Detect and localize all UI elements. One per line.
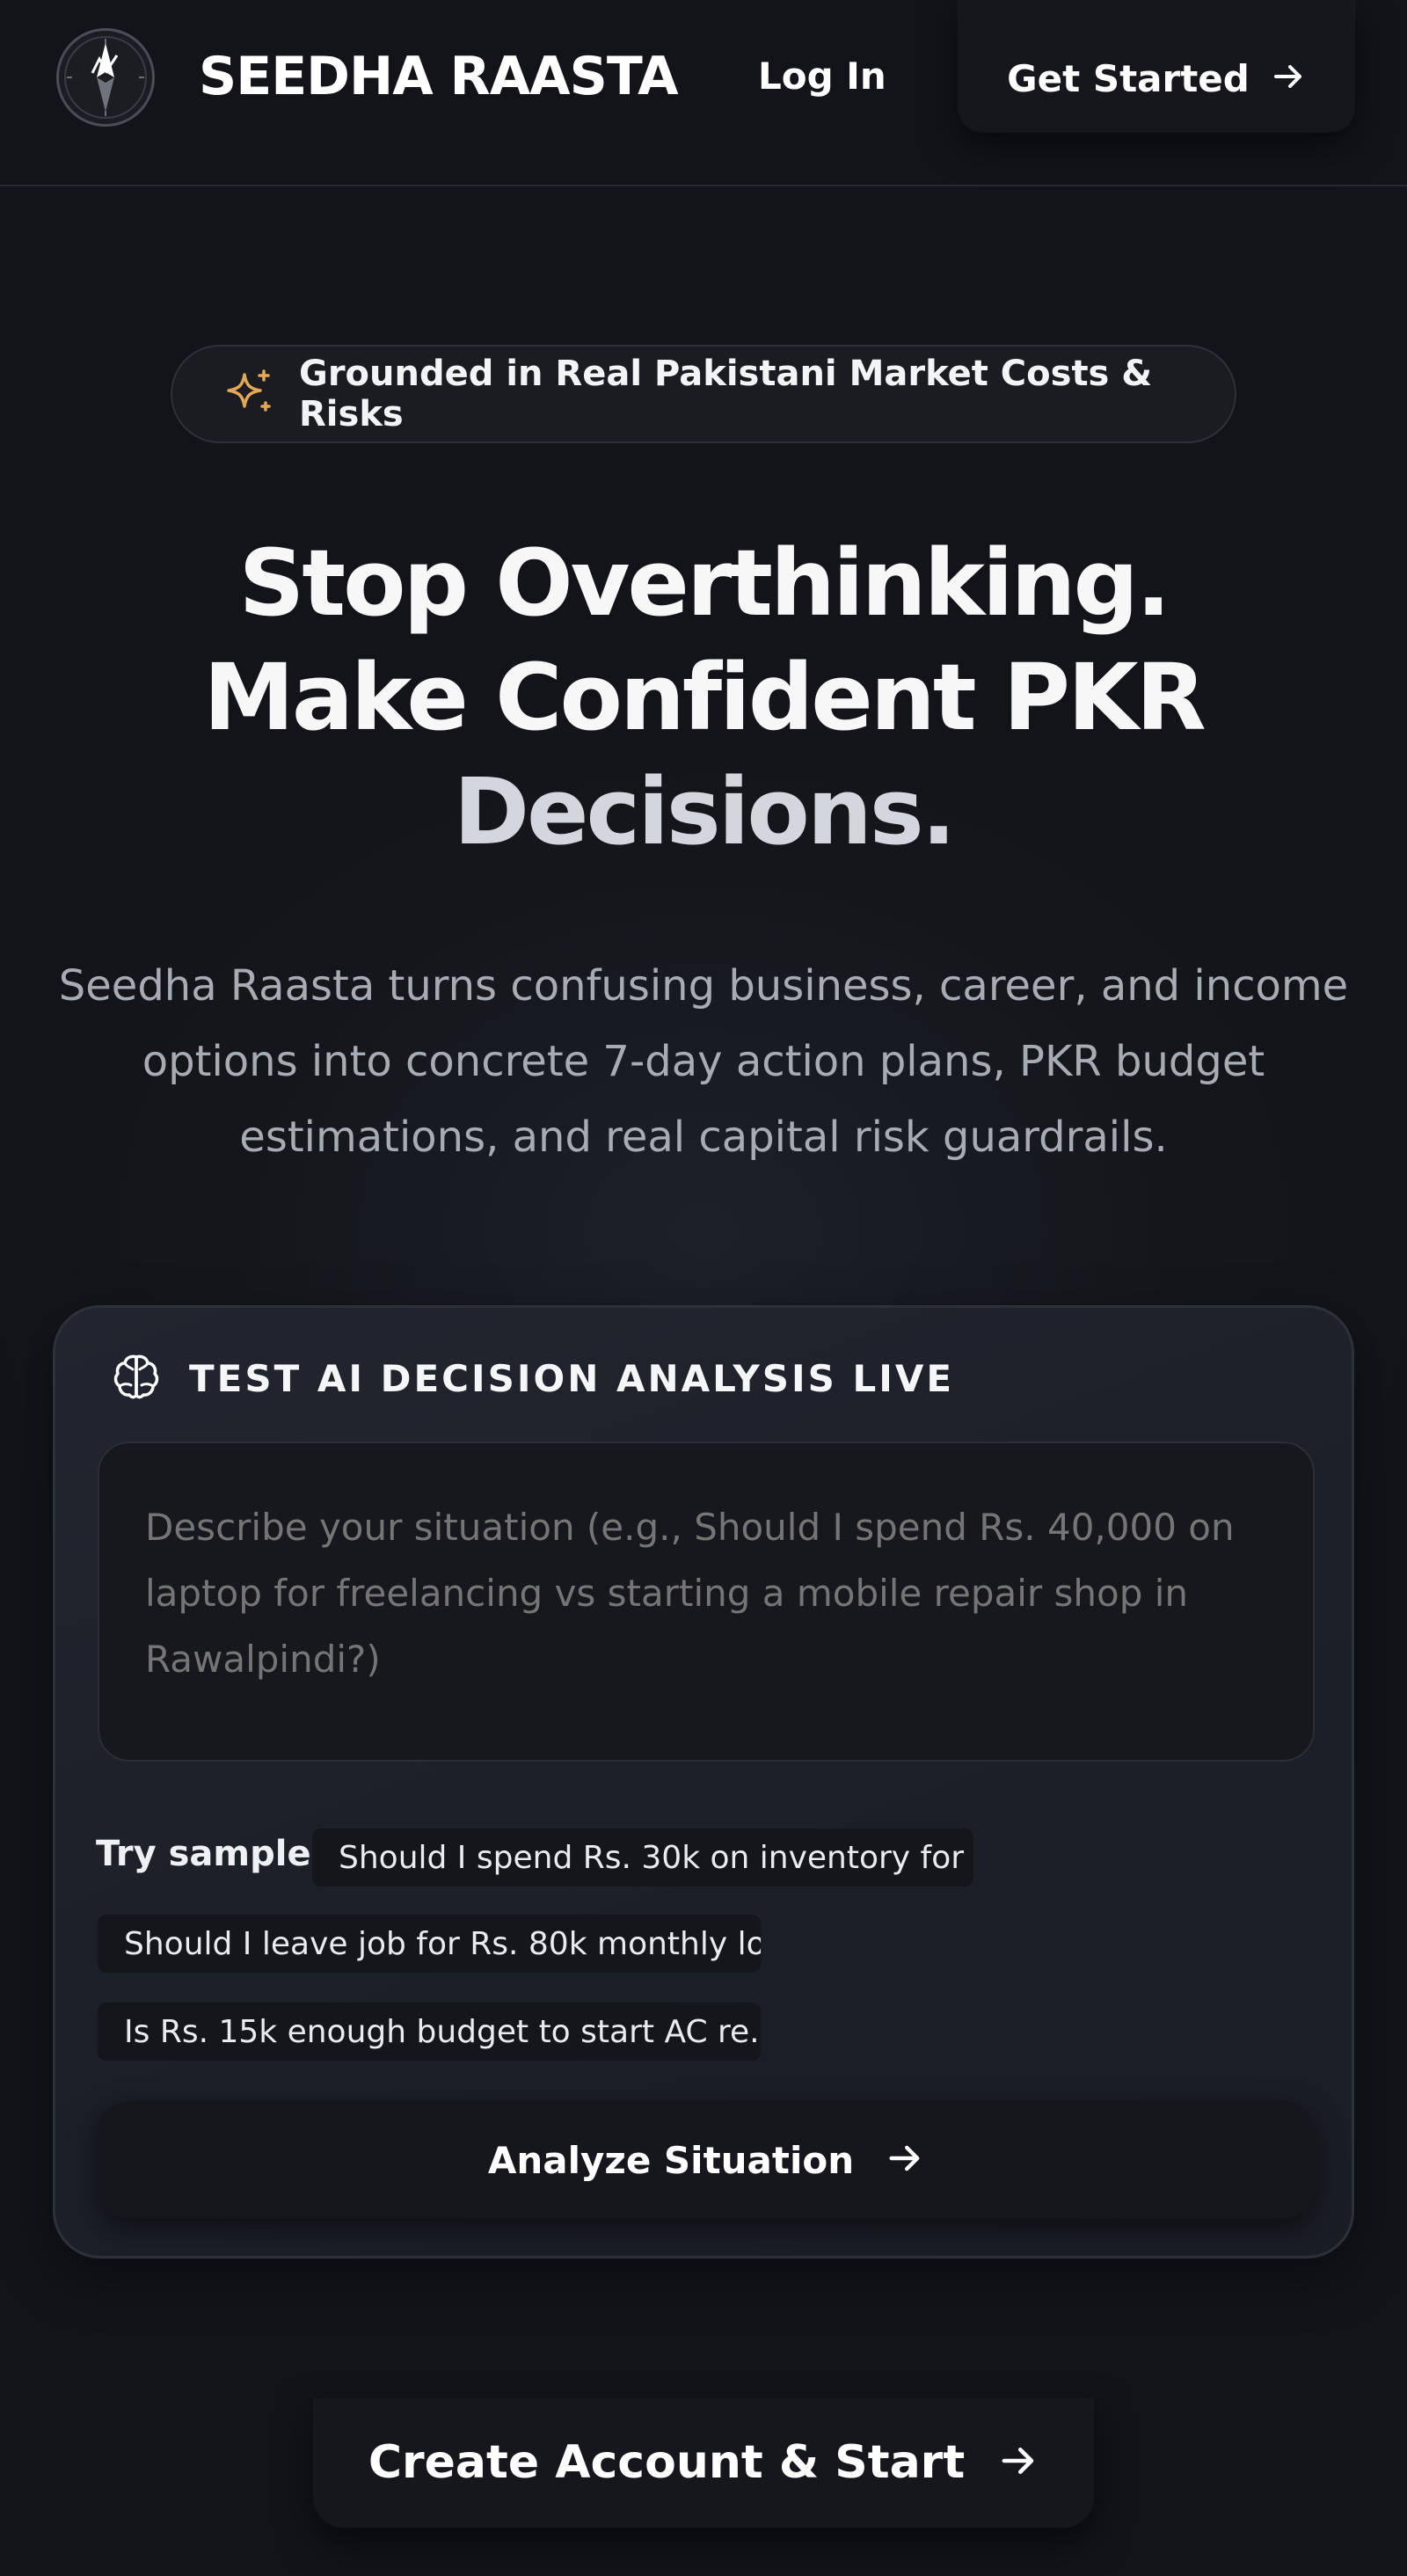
top-nav: SEEDHA RAASTA Log In Get Started	[0, 0, 1407, 186]
situation-input[interactable]	[98, 1441, 1315, 1762]
brain-icon	[110, 1350, 163, 1406]
get-started-button[interactable]: Get Started	[959, 0, 1354, 132]
get-started-label: Get Started	[1007, 56, 1250, 100]
sample-chip[interactable]: Should I spend Rs. 30k on inventory for …	[312, 1828, 973, 1886]
hero-subtitle: Seedha Raasta turns confusing business, …	[58, 961, 1349, 1162]
analyze-label: Analyze Situation	[487, 2138, 855, 2182]
arrow-right-icon	[886, 2139, 924, 2181]
arrow-right-icon	[998, 2441, 1039, 2485]
compass-icon[interactable]	[56, 28, 155, 127]
hero-line-1: Stop Overthinking.	[238, 529, 1171, 637]
brand-name[interactable]: SEEDHA RAASTA	[199, 46, 679, 107]
hero-line-2: Make Confident PKR	[203, 644, 1206, 751]
sparkles-icon	[225, 368, 274, 420]
hero-headline: Stop Overthinking. Make Confident PKR De…	[0, 526, 1407, 869]
sample-chip[interactable]: Is Rs. 15k enough budget to start AC re.…	[98, 2003, 761, 2061]
try-sample-label: Try sample:	[96, 1834, 325, 1874]
hero-line-3: Decisions.	[453, 758, 957, 865]
login-link[interactable]: Log In	[758, 55, 886, 98]
ai-demo-card: TEST AI DECISION ANALYSIS LIVE Try sampl…	[53, 1305, 1354, 2259]
analyze-button[interactable]: Analyze Situation	[98, 2101, 1315, 2219]
create-account-button[interactable]: Create Account & Start	[313, 2397, 1094, 2528]
card-title: TEST AI DECISION ANALYSIS LIVE	[189, 1356, 955, 1400]
arrow-right-icon	[1271, 59, 1306, 98]
sample-chip[interactable]: Should I leave job for Rs. 80k monthly l…	[98, 1915, 761, 1973]
create-account-label: Create Account & Start	[368, 2436, 966, 2489]
market-badge: Grounded in Real Pakistani Market Costs …	[171, 345, 1236, 443]
card-header: TEST AI DECISION ANALYSIS LIVE	[110, 1350, 954, 1406]
landing-page: SEEDHA RAASTA Log In Get Started Grounde…	[0, 0, 1407, 2576]
badge-text: Grounded in Real Pakistani Market Costs …	[299, 354, 1153, 434]
